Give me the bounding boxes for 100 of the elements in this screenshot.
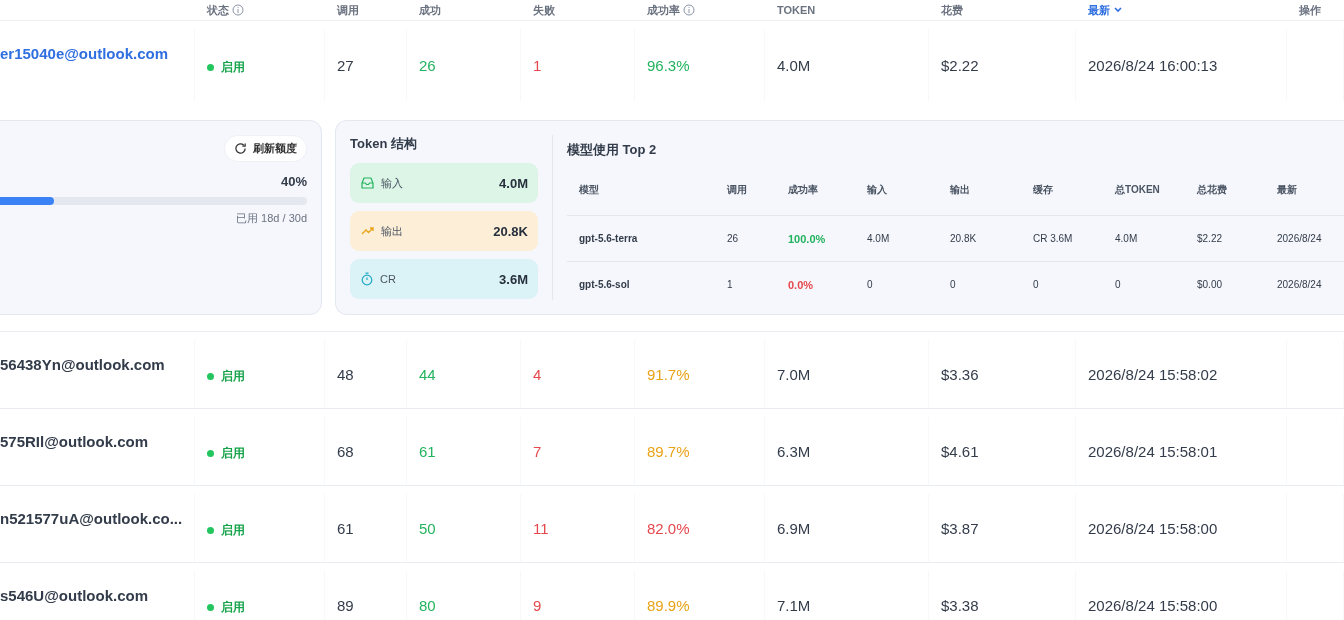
table-cell: 0 xyxy=(1033,279,1039,290)
table-row[interactable]: s546U@outlook.com 启用 89 80 9 89.9% 7.1M $3.38 2026/8/24 15:58:00 xyxy=(0,571,1344,620)
table-row[interactable]: er15040e@outlook.com 启用 27 26 1 96.3% 4.0M $2.22 2026/8/24 16:00:13 xyxy=(0,29,1344,101)
section-title: Token 结构 xyxy=(350,135,418,153)
table-cell: 27 xyxy=(337,56,354,74)
quota-percent: 40% xyxy=(280,174,307,189)
stopwatch-icon xyxy=(361,272,373,286)
table-cell: 0 xyxy=(950,279,956,290)
refresh-button[interactable]: 刷新额度 xyxy=(224,135,307,162)
table-cell: $0.00 xyxy=(1197,279,1223,290)
pill-label: CR xyxy=(380,273,397,285)
table-cell: 1 xyxy=(727,279,733,290)
table-cell: 96.3% xyxy=(647,56,690,74)
table-cell: 50 xyxy=(419,519,436,537)
column-header[interactable]: 最新 xyxy=(1088,2,1110,18)
column-header: 模型 xyxy=(579,183,599,197)
table-cell: 4.0M xyxy=(777,56,811,74)
pill-label: 输出 xyxy=(381,223,404,239)
column-header: 调用 xyxy=(727,183,747,197)
column-header: 总花费 xyxy=(1197,183,1227,197)
column-header[interactable]: 成功率 xyxy=(647,2,680,18)
table-cell: 89.9% xyxy=(647,596,690,614)
account-email[interactable]: er15040e@outlook.com xyxy=(0,45,169,62)
column-header[interactable]: 成功 xyxy=(419,2,441,18)
table-cell: 2026/8/24 xyxy=(1277,279,1322,290)
table-cell: 6.9M xyxy=(777,519,811,537)
column-header: 成功率 xyxy=(788,183,818,197)
table-cell: 2026/8/24 15:58:00 xyxy=(1088,596,1218,614)
account-email[interactable]: 575RIl@outlook.com xyxy=(0,433,148,450)
table-cell: 82.0% xyxy=(647,519,690,537)
table-cell: $3.87 xyxy=(941,519,979,537)
table-cell: 2026/8/24 16:00:13 xyxy=(1088,56,1218,74)
table-cell: 9 xyxy=(533,596,542,614)
table-cell: 20.8K xyxy=(950,233,977,244)
sort-down-icon xyxy=(1113,6,1123,14)
table-cell: 26 xyxy=(419,56,436,74)
table-cell: 89.7% xyxy=(647,442,690,460)
column-header[interactable]: TOKEN xyxy=(777,4,816,16)
status-label: 启用 xyxy=(207,521,245,539)
table-cell: 0 xyxy=(867,279,873,290)
section-title: 模型使用 Top 2 xyxy=(567,141,658,159)
status-label: 启用 xyxy=(207,367,245,385)
table-cell: 0 xyxy=(1115,279,1121,290)
column-header: 最新 xyxy=(1277,183,1297,197)
table-cell: $2.22 xyxy=(1197,233,1223,244)
pill-label: 输入 xyxy=(381,175,404,191)
table-cell: $4.61 xyxy=(941,442,979,460)
status-label: 启用 xyxy=(207,598,245,616)
table-cell: $3.38 xyxy=(941,596,979,614)
column-header: 总TOKEN xyxy=(1115,183,1160,197)
model-name: gpt-5.6-sol xyxy=(579,279,630,290)
column-header[interactable]: 调用 xyxy=(337,2,359,18)
table-cell: 61 xyxy=(419,442,436,460)
table-row[interactable]: 575RIl@outlook.com 启用 68 61 7 89.7% 6.3M $4.61 2026/8/24 15:58:01 xyxy=(0,417,1344,486)
column-header[interactable]: 花费 xyxy=(941,2,963,18)
table-cell: $3.36 xyxy=(941,365,979,383)
table-cell: 68 xyxy=(337,442,354,460)
account-email[interactable]: s546U@outlook.com xyxy=(0,587,148,604)
trend-up-icon xyxy=(361,226,374,236)
column-header: 输出 xyxy=(950,183,970,197)
table-cell: 91.7% xyxy=(647,365,690,383)
table-cell: CR 3.6M xyxy=(1033,233,1073,244)
column-header: 输入 xyxy=(867,183,887,197)
table-cell: 2026/8/24 15:58:02 xyxy=(1088,365,1218,383)
table-cell: 100.0% xyxy=(788,232,826,245)
table-cell: 89 xyxy=(337,596,354,614)
column-header[interactable]: 操作 xyxy=(1299,2,1321,18)
account-email[interactable]: n521577uA@outlook.co... xyxy=(0,510,183,527)
table-cell: 0.0% xyxy=(788,278,814,291)
table-cell: 1 xyxy=(533,56,542,74)
table-cell: 80 xyxy=(419,596,436,614)
table-cell: 2026/8/24 xyxy=(1277,233,1322,244)
table-cell: 6.3M xyxy=(777,442,811,460)
table-cell: 11 xyxy=(533,519,549,537)
inbox-icon xyxy=(361,177,374,189)
table-cell: 61 xyxy=(337,519,354,537)
table-cell: 4.0M xyxy=(1115,233,1138,244)
column-header: 缓存 xyxy=(1033,183,1053,197)
table-cell: 7.1M xyxy=(777,596,811,614)
pill-value: 3.6M xyxy=(499,271,528,287)
table-cell: 2026/8/24 15:58:01 xyxy=(1088,442,1218,460)
account-email[interactable]: 56438Yn@outlook.com xyxy=(0,356,165,373)
status-label: 启用 xyxy=(207,58,245,76)
pill-value: 4.0M xyxy=(499,175,528,191)
table-cell: 7.0M xyxy=(777,365,811,383)
model-name: gpt-5.6-terra xyxy=(579,233,638,244)
table-cell: 48 xyxy=(337,365,354,383)
column-header[interactable]: 状态 xyxy=(207,2,229,18)
table-cell: 4.0M xyxy=(867,233,890,244)
pill-value: 20.8K xyxy=(493,223,528,239)
table-cell: 44 xyxy=(419,365,436,383)
status-label: 启用 xyxy=(207,444,245,462)
column-header[interactable]: 失败 xyxy=(533,2,555,18)
table-cell: 26 xyxy=(727,233,739,244)
table-row[interactable]: n521577uA@outlook.co... 启用 61 50 11 82.0% 6.9M $3.87 2026/8/24 15:58:00 xyxy=(0,494,1344,563)
table-cell: 4 xyxy=(533,365,542,383)
table-row[interactable]: 56438Yn@outlook.com 启用 48 44 4 91.7% 7.0M $3.36 2026/8/24 15:58:02 xyxy=(0,340,1344,409)
quota-usage: 已用 18d / 30d xyxy=(236,211,307,226)
refresh-icon xyxy=(234,142,247,155)
table-cell: $2.22 xyxy=(941,56,979,74)
